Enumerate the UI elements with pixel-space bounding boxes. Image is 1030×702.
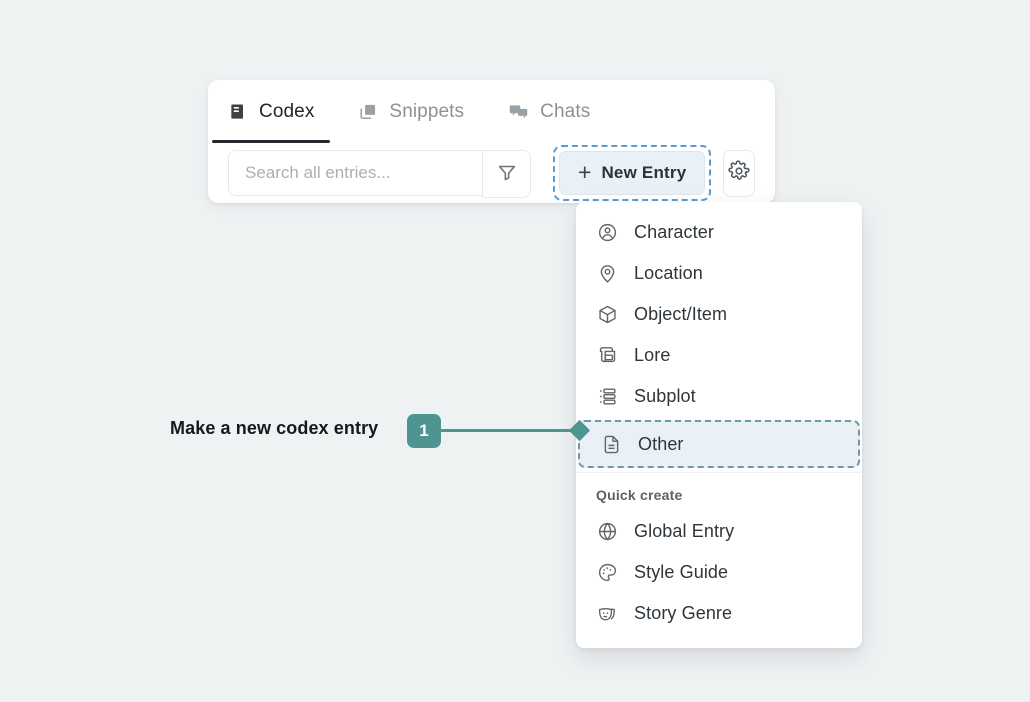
menu-item-location[interactable]: Location xyxy=(576,253,862,294)
quick-create-section-title: Quick create xyxy=(576,473,862,511)
copy-icon xyxy=(358,102,378,122)
menu-item-subplot[interactable]: Subplot xyxy=(576,376,862,417)
annotation-connector-line xyxy=(438,429,578,432)
menu-item-global-entry-label: Global Entry xyxy=(634,521,734,542)
menu-item-story-genre[interactable]: Story Genre xyxy=(576,593,862,634)
plus-icon: + xyxy=(578,161,591,184)
chat-bubbles-icon xyxy=(508,101,529,122)
scroll-icon xyxy=(596,345,618,367)
menu-item-character[interactable]: Character xyxy=(576,212,862,253)
settings-button[interactable] xyxy=(723,150,755,197)
funnel-icon xyxy=(496,161,518,188)
tab-snippets[interactable]: Snippets xyxy=(358,80,482,143)
map-pin-icon xyxy=(596,263,618,285)
menu-item-object-item-label: Object/Item xyxy=(634,304,727,325)
menu-item-style-guide[interactable]: Style Guide xyxy=(576,552,862,593)
new-entry-dropdown: Character Location Object/Item L xyxy=(576,202,862,648)
tab-codex[interactable]: Codex xyxy=(228,80,332,143)
palette-icon xyxy=(596,562,618,584)
toolbar: + New Entry xyxy=(208,143,775,203)
menu-item-object-item[interactable]: Object/Item xyxy=(576,294,862,335)
menu-item-story-genre-label: Story Genre xyxy=(634,603,732,624)
annotation-text: Make a new codex entry xyxy=(170,418,378,439)
new-entry-highlight: + New Entry xyxy=(553,145,711,201)
tab-codex-label: Codex xyxy=(259,101,314,123)
theater-masks-icon xyxy=(596,603,618,625)
tab-chats[interactable]: Chats xyxy=(508,80,608,143)
tab-snippets-label: Snippets xyxy=(389,101,464,123)
menu-item-style-guide-label: Style Guide xyxy=(634,562,728,583)
search-input[interactable] xyxy=(228,150,482,196)
gear-icon xyxy=(728,160,750,187)
codex-panel: Codex Snippets Chats xyxy=(208,80,775,203)
list-layers-icon xyxy=(596,386,618,408)
book-icon xyxy=(228,102,248,122)
new-entry-button[interactable]: + New Entry xyxy=(559,151,705,195)
menu-item-other-highlight: Other xyxy=(578,420,860,468)
annotation-step-badge: 1 xyxy=(407,414,441,448)
globe-icon xyxy=(596,521,618,543)
menu-item-global-entry[interactable]: Global Entry xyxy=(576,511,862,552)
search-group xyxy=(228,150,531,196)
document-icon xyxy=(600,433,622,455)
menu-item-character-label: Character xyxy=(634,222,714,243)
new-entry-label: New Entry xyxy=(601,163,686,183)
tab-chats-label: Chats xyxy=(540,101,590,123)
filter-button[interactable] xyxy=(482,150,531,198)
cube-icon xyxy=(596,304,618,326)
user-circle-icon xyxy=(596,222,618,244)
tab-bar: Codex Snippets Chats xyxy=(208,80,634,143)
menu-item-subplot-label: Subplot xyxy=(634,386,696,407)
menu-item-lore-label: Lore xyxy=(634,345,670,366)
menu-item-other-label: Other xyxy=(638,434,684,455)
menu-item-lore[interactable]: Lore xyxy=(576,335,862,376)
menu-item-other[interactable]: Other xyxy=(580,422,858,466)
menu-item-location-label: Location xyxy=(634,263,703,284)
